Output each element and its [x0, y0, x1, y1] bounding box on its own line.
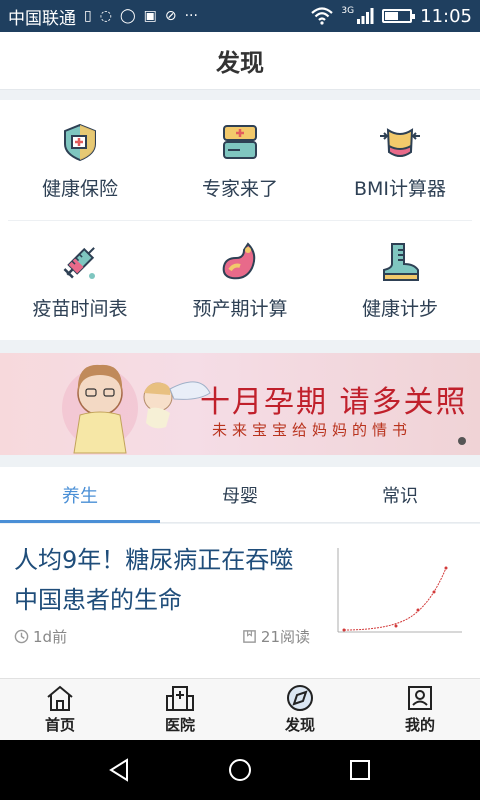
article-age: 1d前 [33, 628, 68, 646]
clock: 11:05 [420, 5, 472, 27]
signal-icon [357, 8, 374, 24]
discover-icon [287, 685, 313, 711]
article-read-count: 21阅读 [260, 628, 310, 646]
nav-home[interactable]: 首页 [0, 679, 120, 740]
tab-common-sense[interactable]: 常识 [320, 467, 480, 522]
more-icon: ··· [184, 8, 198, 24]
promo-banner[interactable]: 十月孕期 请多关照 未来宝宝给妈妈的情书 [0, 353, 480, 455]
hospital-icon [166, 686, 194, 711]
nav-profile[interactable]: 我的 [360, 679, 480, 740]
status-bar: 中国联通 ▯ ◌ ◯ ▣ ⊘ ··· 3G 11:05 [0, 0, 480, 32]
blocked-icon: ⊘ [164, 8, 177, 24]
battery-icon [382, 9, 416, 23]
title-bar: 发现 [0, 32, 480, 90]
clock-icon [14, 629, 29, 644]
article-title: 人均9年！糖尿病正在吞噬中国患者的生命 [14, 546, 294, 614]
vaccine-icon [58, 240, 102, 284]
expert-icon [218, 120, 262, 164]
bottom-navigation: 首页 医院 发现 我的 [0, 678, 480, 740]
tab-mother-baby[interactable]: 母婴 [160, 467, 320, 522]
grid-item-label: BMI计算器 [353, 178, 447, 200]
grid-item-due-date[interactable]: 预产期计算 [160, 220, 320, 340]
grid-divider [8, 220, 472, 221]
page-title: 发现 [216, 49, 264, 77]
grid-item-label: 健康计步 [361, 298, 438, 320]
grid-item-pedometer[interactable]: 健康计步 [320, 220, 480, 340]
grid-item-label: 专家来了 [201, 178, 278, 200]
notification-icons: ▯ ◌ ◯ ▣ ⊘ ··· [84, 8, 198, 24]
banner-subtitle: 未来宝宝给妈妈的情书 [212, 421, 413, 439]
message-icon: ◯ [119, 8, 136, 24]
article-card[interactable]: 人均9年！糖尿病正在吞噬中国患者的生命 1d前 21阅读 [0, 524, 480, 678]
banner-headline: 十月孕期 请多关照 [200, 385, 468, 420]
nav-hospital[interactable]: 医院 [120, 679, 240, 740]
grid-item-health-insurance[interactable]: 健康保险 [0, 100, 160, 220]
network-type: 3G [341, 6, 355, 16]
recents-icon[interactable] [347, 757, 373, 783]
wifi-icon [311, 7, 334, 25]
image-icon: ▣ [143, 8, 157, 24]
home-button-icon[interactable] [227, 757, 253, 783]
tab-health-care[interactable]: 养生 [0, 467, 160, 523]
grid-item-label: 疫苗时间表 [32, 298, 128, 320]
tab-label: 养生 [62, 485, 98, 507]
carrier-name: 中国联通 [8, 8, 76, 29]
carousel-indicator [458, 437, 466, 445]
health-insurance-icon [58, 120, 102, 164]
back-icon[interactable] [107, 757, 133, 783]
article-thumbnail [322, 540, 466, 644]
article-meta: 1d前 21阅读 [14, 626, 310, 647]
system-navigation-bar [0, 740, 480, 800]
tab-label: 母婴 [222, 485, 258, 507]
nav-label: 我的 [404, 716, 435, 734]
due-date-icon [218, 240, 262, 284]
grid-item-expert[interactable]: 专家来了 [160, 100, 320, 220]
grid-item-label: 预产期计算 [192, 298, 288, 320]
grid-item-vaccine[interactable]: 疫苗时间表 [0, 220, 160, 340]
tab-label: 常识 [382, 485, 418, 507]
home-icon [47, 685, 73, 711]
profile-icon [408, 686, 432, 710]
nav-discover[interactable]: 发现 [240, 679, 360, 740]
read-count-icon [243, 630, 256, 643]
sim-icon: ▯ [84, 8, 92, 24]
pedometer-icon [378, 240, 422, 284]
nav-label: 医院 [164, 716, 195, 734]
nav-label: 首页 [44, 716, 75, 734]
feature-grid: 健康保险 专家来了 BMI计算器 疫苗时间表 预产期计算 健康计步 [0, 100, 480, 340]
grid-item-label: 健康保险 [41, 178, 118, 200]
nav-label: 发现 [284, 716, 315, 734]
bmi-calculator-icon [378, 120, 422, 164]
chat-icon: ◌ [99, 8, 112, 24]
grid-item-bmi-calculator[interactable]: BMI计算器 [320, 100, 480, 220]
category-tabs: 养生 母婴 常识 [0, 467, 480, 523]
